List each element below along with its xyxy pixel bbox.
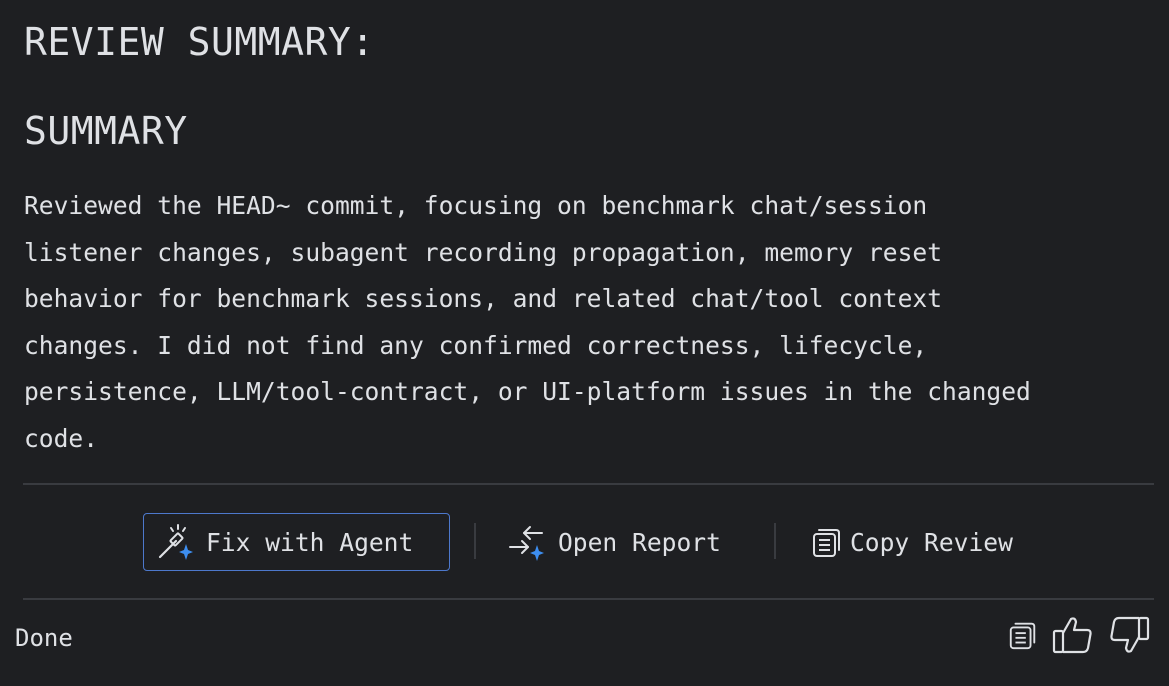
action-bar: Fix with Agent Open Report Copy Review <box>0 513 1169 571</box>
thumbs-up-button[interactable] <box>1051 614 1095 656</box>
summary-line: persistence, LLM/tool-contract, or UI-pl… <box>24 377 1031 406</box>
summary-line: Reviewed the HEAD~ commit, focusing on b… <box>24 191 928 220</box>
fix-with-agent-button[interactable]: Fix with Agent <box>143 513 450 571</box>
magic-wand-icon <box>158 524 193 560</box>
summary-heading: SUMMARY <box>24 109 188 153</box>
review-panel: REVIEW SUMMARY: SUMMARY Reviewed the HEA… <box>0 0 1169 686</box>
separator <box>774 523 776 559</box>
status-text: Done <box>15 624 73 652</box>
summary-line: changes. I did not find any confirmed co… <box>24 330 928 360</box>
open-report-button[interactable]: Open Report <box>508 513 748 571</box>
thumbs-down-icon <box>1110 616 1150 653</box>
open-report-icon <box>509 526 544 561</box>
summary-line: code. <box>24 423 99 453</box>
summary-line: listener changes, subagent recording pro… <box>24 237 943 267</box>
divider <box>23 598 1154 600</box>
copy-review-button[interactable]: Copy Review <box>810 513 1040 571</box>
summary-line: behavior for benchmark sessions, and rel… <box>24 284 943 313</box>
thumbs-up-icon <box>1052 617 1092 654</box>
copy-icon <box>813 529 840 557</box>
separator <box>474 523 476 559</box>
summary-body: Reviewed the HEAD~ commit, focusing on b… <box>24 183 1134 462</box>
feedback-toolbar <box>1007 614 1151 656</box>
open-report-label: Open Report <box>558 527 721 557</box>
divider <box>23 483 1154 485</box>
copy-review-label: Copy Review <box>850 527 1013 557</box>
copy-icon <box>1009 622 1036 650</box>
review-title: REVIEW SUMMARY: <box>24 20 375 64</box>
copy-response-button[interactable] <box>1007 619 1039 651</box>
thumbs-down-button[interactable] <box>1107 614 1151 656</box>
fix-with-agent-label: Fix with Agent <box>206 527 414 557</box>
